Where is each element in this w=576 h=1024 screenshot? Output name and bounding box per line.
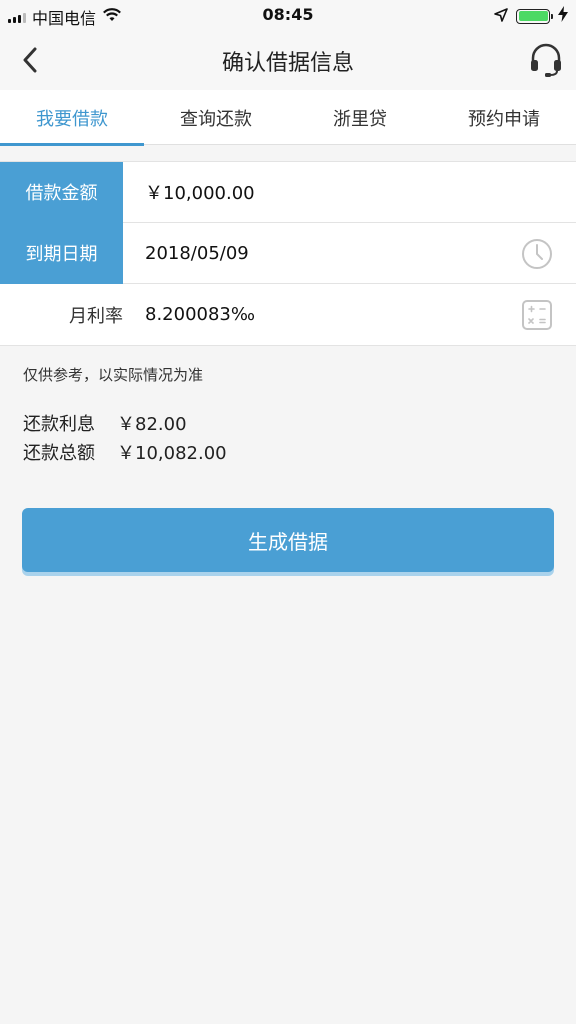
rate-field: 8.200083‰ (145, 304, 256, 325)
tab-zheli-loan[interactable]: 浙里贷 (288, 90, 432, 145)
generate-receipt-button[interactable]: 生成借据 (22, 508, 554, 572)
tab-query-repayment[interactable]: 查询还款 (144, 90, 288, 145)
tab-bar: 我要借款 查询还款 浙里贷 预约申请 (0, 90, 576, 146)
interest-label: 还款利息 (23, 414, 95, 435)
charging-bolt-icon (558, 6, 568, 26)
status-bar: 中国电信 08:45 (0, 0, 576, 30)
location-arrow-icon (494, 7, 508, 26)
interest-summary: 还款利息 ￥82.00 (23, 410, 187, 436)
clock-icon[interactable] (520, 237, 554, 271)
amount-label: 借款金额 (0, 161, 123, 223)
headset-icon[interactable] (526, 40, 566, 80)
rate-label: 月利率 (69, 305, 123, 327)
status-bar-right (494, 6, 568, 26)
interest-value: ￥82.00 (117, 414, 187, 435)
nav-bar: 确认借据信息 (0, 30, 576, 90)
page-title: 确认借据信息 (221, 51, 354, 76)
loan-form: 借款金额 ￥10,000.00 到期日期 2018/05/09 月利率 8.20… (0, 161, 576, 346)
tab-appointment[interactable]: 预约申请 (432, 90, 576, 145)
total-label: 还款总额 (23, 443, 95, 464)
battery-icon (516, 8, 553, 24)
rate-row: 月利率 8.200083‰ (0, 284, 576, 345)
amount-field[interactable]: ￥10,000.00 (123, 179, 255, 205)
total-summary: 还款总额 ￥10,082.00 (23, 439, 227, 465)
disclaimer-note: 仅供参考，以实际情况为准 (23, 366, 204, 384)
total-value: ￥10,082.00 (117, 443, 227, 464)
due-date-field[interactable]: 2018/05/09 (123, 243, 249, 264)
due-date-row: 到期日期 2018/05/09 (0, 222, 576, 284)
calculator-icon[interactable] (520, 298, 554, 332)
due-date-label: 到期日期 (0, 222, 123, 284)
status-time: 08:45 (262, 5, 314, 24)
amount-row: 借款金额 ￥10,000.00 (0, 161, 576, 223)
tab-borrow[interactable]: 我要借款 (0, 90, 144, 146)
